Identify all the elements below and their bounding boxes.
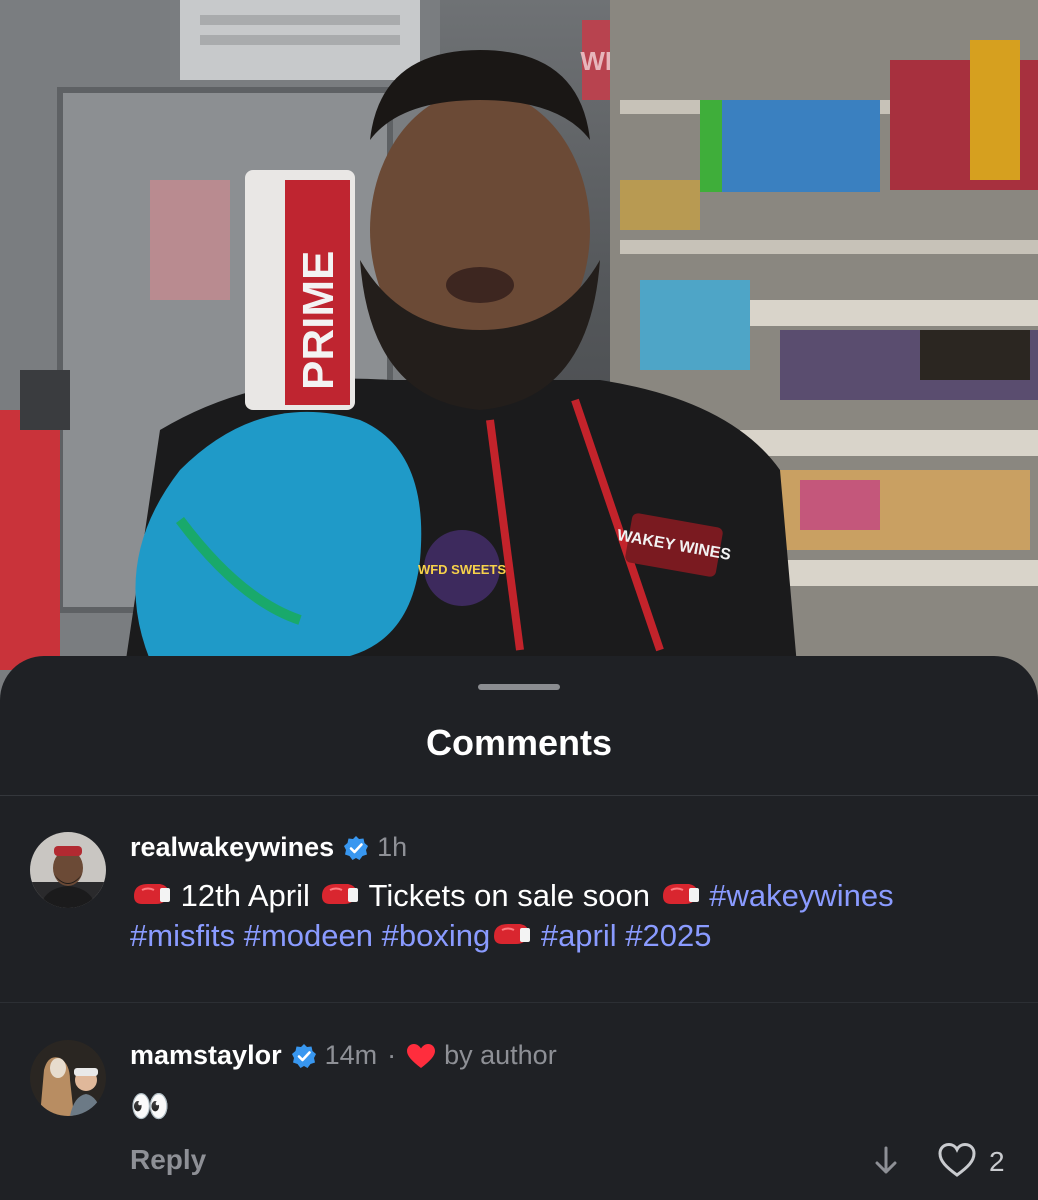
comment-line-1: 12th April Tickets on sale soon #wakeywi… (130, 878, 894, 913)
hashtag-link[interactable]: #april (541, 918, 617, 953)
comments-sheet: Comments realwakeywines 1h 12th April Ti… (0, 656, 1038, 1200)
shelf (740, 430, 1038, 456)
hashtag-link[interactable]: #modeen (244, 918, 373, 953)
username[interactable]: realwakeywines (130, 832, 334, 863)
boxing-glove-emoji-icon (134, 884, 170, 904)
comment-line-2: #misfits #modeen #boxing #april #2025 (130, 918, 712, 953)
like-heart-icon[interactable] (937, 1142, 977, 1178)
boxing-glove-emoji-icon (494, 924, 531, 944)
hashtag-link[interactable]: #2025 (625, 918, 711, 953)
meta-separator: · (387, 1040, 397, 1070)
boxing-glove-emoji-icon (662, 884, 699, 904)
hashtag-link[interactable]: #wakeywines (701, 878, 893, 913)
like-count: 2 (989, 1146, 1005, 1177)
divider (0, 1002, 1038, 1003)
comment-text: 👀 (130, 1088, 170, 1124)
arrow-down-icon[interactable] (872, 1144, 900, 1178)
shelf (740, 300, 1038, 326)
shelf (620, 240, 1038, 254)
boxing-glove-emoji-icon (322, 884, 359, 904)
timestamp: 14m (324, 1040, 378, 1070)
shelf (760, 560, 1038, 586)
comment-meta: mamstaylor 14m · by author (130, 1040, 557, 1071)
hashtag-link[interactable]: #misfits (130, 918, 235, 953)
avatar[interactable] (30, 1040, 106, 1116)
liked-by-author-label: by author (444, 1040, 557, 1070)
reply-button[interactable]: Reply (130, 1144, 206, 1176)
comment-meta: realwakeywines 1h (130, 832, 407, 863)
author-heart-icon (407, 1043, 436, 1068)
sheet-grabber[interactable] (478, 684, 560, 690)
video-scene: WINES PRIME WAKEY (0, 0, 1038, 700)
hashtag-link[interactable]: #boxing (382, 918, 491, 953)
avatar[interactable] (30, 832, 106, 908)
hoodie-logo-left: WFD SWEETS (418, 562, 506, 577)
timestamp: 1h (377, 832, 408, 862)
red-display (0, 410, 60, 670)
verified-badge-icon (344, 835, 369, 860)
sheet-title: Comments (425, 722, 613, 763)
verified-badge-icon (291, 1043, 316, 1068)
video-frame[interactable]: WINES PRIME WAKEY (0, 0, 1038, 700)
username[interactable]: mamstaylor (130, 1040, 282, 1071)
comment-text-segment: Tickets on sale soon (360, 878, 659, 913)
comment-text: 12th April Tickets on sale soon #wakeywi… (130, 876, 1010, 956)
divider (0, 795, 1038, 796)
comment-text-segment: 12th April (172, 878, 319, 913)
prime-label: PRIME (294, 251, 343, 390)
